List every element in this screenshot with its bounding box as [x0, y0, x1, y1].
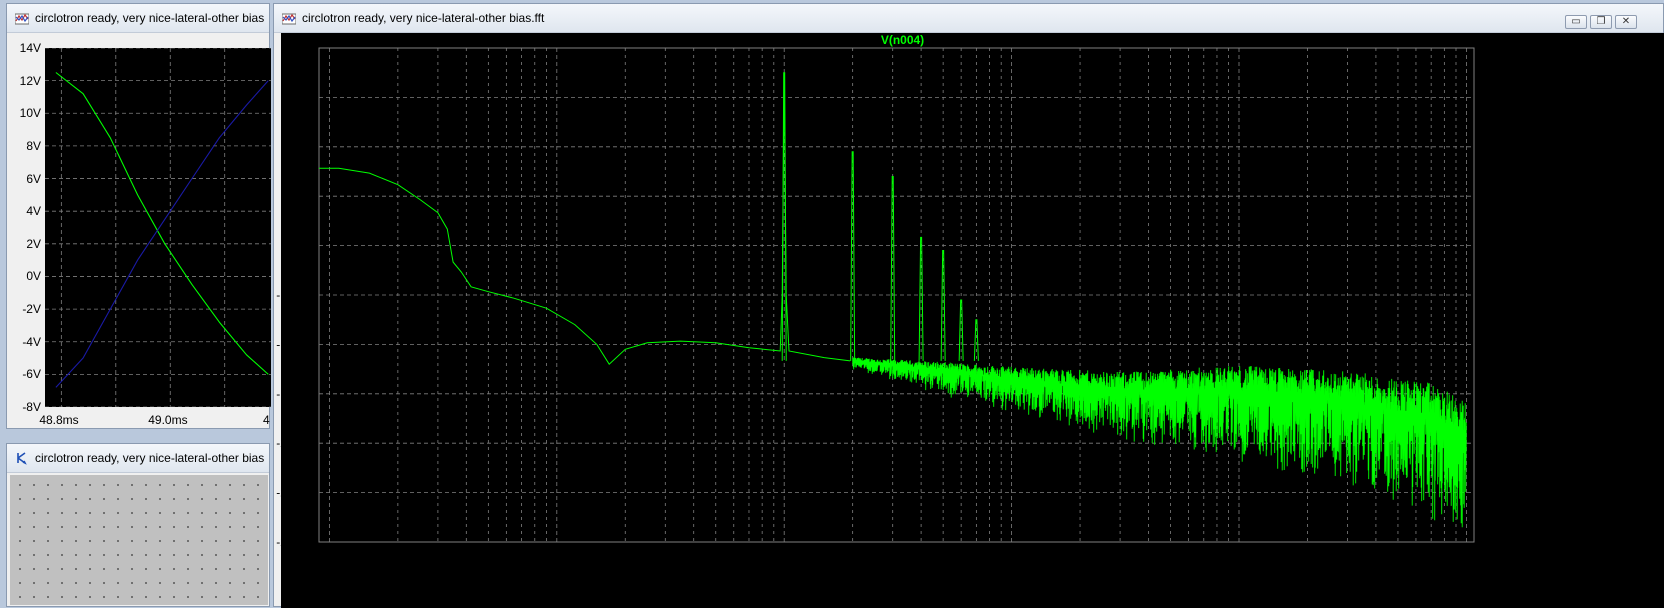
fft-chart[interactable]: 30dB 0dB -30dB -60dB -90dB -120dB -150dB -180dB…	[274, 4, 1664, 608]
waveform-y-tick-label: 2V	[26, 236, 41, 251]
waveform-window[interactable]: circlotron ready, very nice-lateral-othe…	[6, 3, 271, 429]
waveform-app-icon	[15, 13, 29, 25]
fft-y-tick-label: -180dB	[276, 387, 315, 401]
fft-y-tick-label: 30dB	[287, 41, 315, 55]
waveform-x-tick-label: 49.0ms	[148, 413, 188, 427]
waveform-y-tick-label: -2V	[22, 302, 41, 317]
waveform-y-tick-label: 4V	[26, 204, 41, 219]
schematic-app-icon	[17, 452, 27, 465]
waveform-titlebar[interactable]: circlotron ready, very nice-lateral-othe…	[7, 4, 269, 33]
fft-x-tick-label: 100Hz	[539, 551, 574, 565]
schematic-titlebar[interactable]: circlotron ready, very nice-lateral-othe…	[7, 444, 269, 473]
waveform-plot-area[interactable]	[45, 47, 271, 408]
fft-trace-lowfreq	[319, 72, 851, 365]
fft-y-tick-label: -90dB	[283, 239, 315, 253]
fft-x-tick-label: 1MHz	[1451, 551, 1482, 565]
fft-y-tick-label: -30dB	[283, 140, 315, 154]
schematic-canvas[interactable]	[10, 475, 268, 605]
fft-x-tick-label: 10KHz	[994, 551, 1030, 565]
fft-noise-floor	[852, 357, 1467, 528]
fft-x-tick-label: 1KHz	[770, 551, 799, 565]
waveform-chart	[45, 47, 271, 408]
fft-y-tick-label: -270dB	[276, 535, 315, 549]
waveform-y-tick-label: -6V	[22, 367, 41, 382]
fft-y-tick-label: -60dB	[283, 189, 315, 203]
schematic-window[interactable]: circlotron ready, very nice-lateral-othe…	[6, 443, 270, 607]
fft-harmonic-peak	[973, 319, 979, 361]
fft-y-tick-label: -120dB	[276, 288, 315, 302]
waveform-window-title: circlotron ready, very nice-lateral-othe…	[35, 11, 265, 25]
waveform-y-tick-label: 6V	[26, 171, 41, 186]
fft-y-tick-label: -240dB	[276, 486, 315, 500]
waveform-y-tick-label: 10V	[19, 106, 41, 121]
waveform-y-tick-label: 12V	[19, 73, 41, 88]
fft-y-tick-label: 0dB	[294, 90, 315, 104]
waveform-x-tick-label: 4	[263, 413, 270, 427]
waveform-y-tick-label: 0V	[26, 269, 41, 284]
fft-trace-title[interactable]: V(n004)	[881, 33, 924, 47]
fft-y-tick-label: -150dB	[276, 337, 315, 351]
fft-x-tick-label: 10Hz	[315, 551, 343, 565]
fft-window[interactable]: circlotron ready, very nice-lateral-othe…	[273, 3, 1664, 608]
schematic-window-title: circlotron ready, very nice-lateral-othe…	[35, 451, 265, 465]
waveform-y-tick-label: 14V	[19, 41, 41, 55]
fft-y-tick-label: -210dB	[276, 436, 315, 450]
waveform-y-tick-label: 8V	[26, 138, 41, 153]
waveform-y-tick-label: -4V	[22, 334, 41, 349]
waveform-x-tick-label: 48.8ms	[39, 413, 79, 427]
fft-x-tick-label: 100KHz	[1218, 551, 1261, 565]
waveform-y-tick-label: -8V	[22, 400, 41, 414]
